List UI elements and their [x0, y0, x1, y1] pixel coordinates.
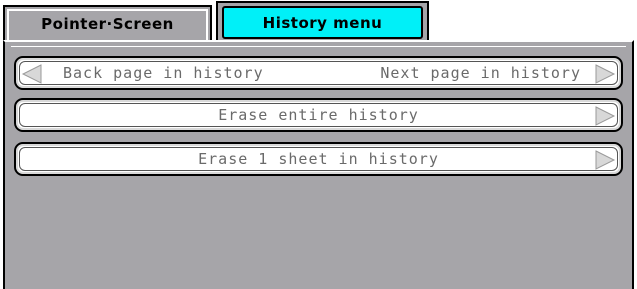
- tab-history-menu-label: History menu: [262, 14, 383, 32]
- next-page-in-history-label[interactable]: Next page in history: [380, 58, 581, 88]
- erase-entire-history-label: Erase entire history: [218, 106, 419, 124]
- right-triangle-icon[interactable]: [594, 64, 616, 84]
- erase-one-sheet-button[interactable]: Erase 1 sheet in history: [14, 142, 623, 176]
- panel-divider: [11, 46, 626, 47]
- tab-history-menu-face: History menu: [222, 6, 423, 39]
- right-triangle-icon: [595, 106, 616, 126]
- erase-one-sheet-label: Erase 1 sheet in history: [198, 150, 439, 168]
- erase-entire-history-button[interactable]: Erase entire history: [14, 98, 623, 132]
- history-navigation-button[interactable]: Back page in history Next page in histor…: [14, 56, 623, 90]
- tab-pointer-screen[interactable]: Pointer·Screen: [3, 5, 212, 41]
- tab-history-menu[interactable]: History menu: [216, 1, 429, 41]
- right-triangle-icon: [595, 150, 616, 170]
- left-triangle-icon[interactable]: [21, 64, 43, 84]
- back-page-in-history-label[interactable]: Back page in history: [63, 58, 264, 88]
- tab-pointer-screen-label: Pointer·Screen: [41, 15, 174, 33]
